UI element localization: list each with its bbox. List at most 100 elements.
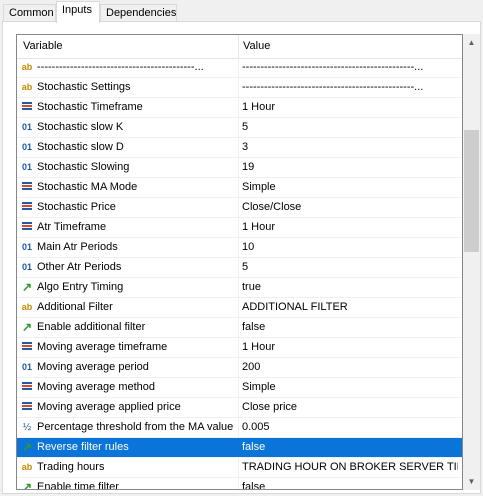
value-cell[interactable]: ----------------------------------------… [242, 61, 458, 73]
variable-cell[interactable]: 01 Stochastic slow D [17, 138, 239, 157]
tab-inputs[interactable]: Inputs [56, 1, 100, 23]
value-cell[interactable]: 19 [242, 161, 458, 173]
boolean-type-icon: ↗ [21, 440, 33, 454]
grid-row[interactable]: 01 Stochastic slow K 5 [17, 118, 462, 138]
variable-label: Stochastic Timeframe [37, 101, 143, 113]
grid-row[interactable]: Moving average applied price Close price [17, 398, 462, 418]
column-header-value[interactable]: Value [243, 40, 270, 52]
variable-cell[interactable]: 01 Moving average period [17, 358, 239, 377]
value-cell[interactable]: 1 Hour [242, 101, 458, 113]
value-cell[interactable]: Simple [242, 181, 458, 193]
variable-label: Stochastic slow K [37, 121, 124, 133]
value-cell[interactable]: TRADING HOUR ON BROKER SERVER TIME [242, 461, 458, 473]
boolean-type-icon: ↗ [21, 280, 33, 294]
enum-type-icon [20, 181, 34, 194]
variable-cell[interactable]: Stochastic Price [17, 198, 239, 217]
variable-cell[interactable]: 01 Stochastic slow K [17, 118, 239, 137]
value-cell[interactable]: Close/Close [242, 201, 458, 213]
grid-row[interactable]: Moving average method Simple [17, 378, 462, 398]
tab-dependencies[interactable]: Dependencies [100, 4, 177, 22]
value-cell[interactable]: false [242, 321, 458, 333]
grid-row[interactable]: ↗ Enable additional filter false [17, 318, 462, 338]
integer-type-icon: 01 [21, 262, 32, 272]
grid-row[interactable]: 01 Other Atr Periods 5 [17, 258, 462, 278]
value-cell[interactable]: ADDITIONAL FILTER [242, 301, 458, 313]
enum-type-icon [20, 341, 34, 354]
value-cell[interactable]: 1 Hour [242, 341, 458, 353]
value-cell[interactable]: false [242, 441, 458, 453]
enum-type-icon [20, 201, 34, 214]
variable-cell[interactable]: ab --------------------------------------… [17, 58, 239, 77]
string-type-icon: ab [21, 462, 33, 472]
value-cell[interactable]: 10 [242, 241, 458, 253]
enum-type-icon [20, 381, 34, 394]
column-divider[interactable] [238, 35, 239, 58]
variable-label: Additional Filter [37, 301, 113, 313]
variable-cell[interactable]: Moving average timeframe [17, 338, 239, 357]
variable-cell[interactable]: ↗ Reverse filter rules [17, 438, 239, 457]
grid-row[interactable]: Moving average timeframe 1 Hour [17, 338, 462, 358]
grid-row[interactable]: 01 Moving average period 200 [17, 358, 462, 378]
grid-row[interactable]: ab Stochastic Settings -------------------… [17, 78, 462, 98]
value-cell[interactable]: 3 [242, 141, 458, 153]
value-cell[interactable]: Simple [242, 381, 458, 393]
tab-common[interactable]: Common [3, 4, 56, 22]
grid-row[interactable]: 01 Stochastic Slowing 19 [17, 158, 462, 178]
value-cell[interactable]: false [242, 481, 458, 489]
grid-row[interactable]: ab Additional Filter ADDITIONAL FILTER [17, 298, 462, 318]
grid-row[interactable]: 01 Main Atr Periods 10 [17, 238, 462, 258]
grid-row[interactable]: ↗ Enable time filter false [17, 478, 462, 489]
variable-cell[interactable]: ab Additional Filter [17, 298, 239, 317]
variable-cell[interactable]: Stochastic Timeframe [17, 98, 239, 117]
value-cell[interactable]: 1 Hour [242, 221, 458, 233]
variable-label: Stochastic Settings [37, 81, 131, 93]
variable-cell[interactable]: ↗ Enable time filter [17, 478, 239, 489]
value-cell[interactable]: ----------------------------------------… [242, 81, 458, 93]
inputs-panel: Variable Value ab -----------------------… [2, 21, 481, 494]
value-cell[interactable]: 5 [242, 261, 458, 273]
grid-row[interactable]: Stochastic Price Close/Close [17, 198, 462, 218]
value-cell[interactable]: Close price [242, 401, 458, 413]
variable-cell[interactable]: ab Stochastic Settings [17, 78, 239, 97]
variable-cell[interactable]: ↗ Algo Entry Timing [17, 278, 239, 297]
grid-row[interactable]: ½ Percentage threshold from the MA value 0… [17, 418, 462, 438]
value-cell[interactable]: 200 [242, 361, 458, 373]
scrollbar-thumb[interactable] [464, 130, 479, 252]
grid-row[interactable]: ab --------------------------------------… [17, 58, 462, 78]
variable-label: Stochastic Price [37, 201, 116, 213]
grid-row[interactable]: ab Trading hours TRADING HOUR ON BROKER SE… [17, 458, 462, 478]
variable-label: Moving average applied price [37, 401, 181, 413]
variable-cell[interactable]: 01 Other Atr Periods [17, 258, 239, 277]
column-header-variable[interactable]: Variable [23, 40, 63, 52]
scroll-up-arrow-icon[interactable]: ▲ [463, 34, 480, 51]
variable-label: ----------------------------------------… [37, 61, 204, 73]
grid-row[interactable]: Stochastic MA Mode Simple [17, 178, 462, 198]
grid-row[interactable]: Stochastic Timeframe 1 Hour [17, 98, 462, 118]
variable-label: Percentage threshold from the MA value [37, 421, 234, 433]
variable-cell[interactable]: Moving average applied price [17, 398, 239, 417]
variable-cell[interactable]: ½ Percentage threshold from the MA value [17, 418, 239, 437]
value-cell[interactable]: true [242, 281, 458, 293]
variable-label: Algo Entry Timing [37, 281, 124, 293]
value-cell[interactable]: 0.005 [242, 421, 458, 433]
variable-cell[interactable]: 01 Main Atr Periods [17, 238, 239, 257]
vertical-scrollbar[interactable]: ▲ ▼ [463, 34, 480, 490]
variable-label: Atr Timeframe [37, 221, 107, 233]
string-type-icon: ab [21, 62, 33, 72]
scroll-down-arrow-icon[interactable]: ▼ [463, 473, 480, 490]
variable-label: Stochastic slow D [37, 141, 124, 153]
integer-type-icon: 01 [21, 242, 32, 252]
grid-row[interactable]: 01 Stochastic slow D 3 [17, 138, 462, 158]
variable-label: Other Atr Periods [37, 261, 122, 273]
grid-row[interactable]: ↗ Reverse filter rules false [17, 438, 462, 458]
inputs-grid: Variable Value ab -----------------------… [16, 34, 463, 490]
variable-cell[interactable]: Moving average method [17, 378, 239, 397]
variable-cell[interactable]: ↗ Enable additional filter [17, 318, 239, 337]
grid-row[interactable]: ↗ Algo Entry Timing true [17, 278, 462, 298]
variable-cell[interactable]: Atr Timeframe [17, 218, 239, 237]
grid-row[interactable]: Atr Timeframe 1 Hour [17, 218, 462, 238]
variable-cell[interactable]: Stochastic MA Mode [17, 178, 239, 197]
value-cell[interactable]: 5 [242, 121, 458, 133]
variable-cell[interactable]: 01 Stochastic Slowing [17, 158, 239, 177]
variable-cell[interactable]: ab Trading hours [17, 458, 239, 477]
